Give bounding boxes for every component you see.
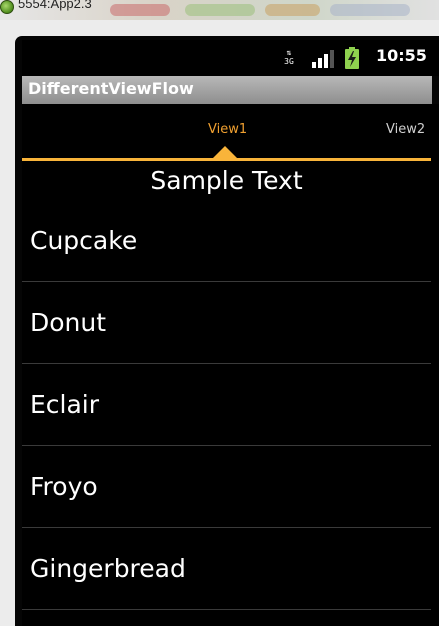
tab-indicator-line [22, 158, 431, 161]
list-item-gingerbread[interactable]: Gingerbread [22, 528, 431, 610]
emulator-title-bar: 5554:App2.3 [0, 0, 439, 20]
battery-charging-icon [345, 47, 359, 69]
tab-view2[interactable]: View2 [386, 122, 425, 137]
view-flow-content: View1 View2 Sample Text Cupcake Donut Ec… [22, 104, 439, 626]
signal-bars-icon [312, 50, 334, 68]
list-item-donut[interactable]: Donut [22, 282, 431, 364]
emulator-window-title: 5554:App2.3 [18, 0, 92, 11]
app-title: DifferentViewFlow [28, 79, 194, 98]
sample-text-heading: Sample Text [150, 166, 303, 195]
emulator-app-icon [0, 0, 14, 14]
item-list: Cupcake Donut Eclair Froyo Gingerbread [22, 200, 431, 610]
status-bar: ⇅ 3G 10:55 [22, 40, 439, 76]
network-type-label: 3G [284, 57, 294, 66]
list-item-froyo[interactable]: Froyo [22, 446, 431, 528]
3g-data-icon: ⇅ 3G [281, 48, 297, 68]
app-title-bar: DifferentViewFlow [22, 76, 432, 104]
list-item-eclair[interactable]: Eclair [22, 364, 431, 446]
tab-view1[interactable]: View1 [208, 122, 247, 137]
list-item-cupcake[interactable]: Cupcake [22, 200, 431, 282]
active-tab-indicator-arrow [213, 146, 237, 158]
status-clock: 10:55 [376, 46, 427, 65]
